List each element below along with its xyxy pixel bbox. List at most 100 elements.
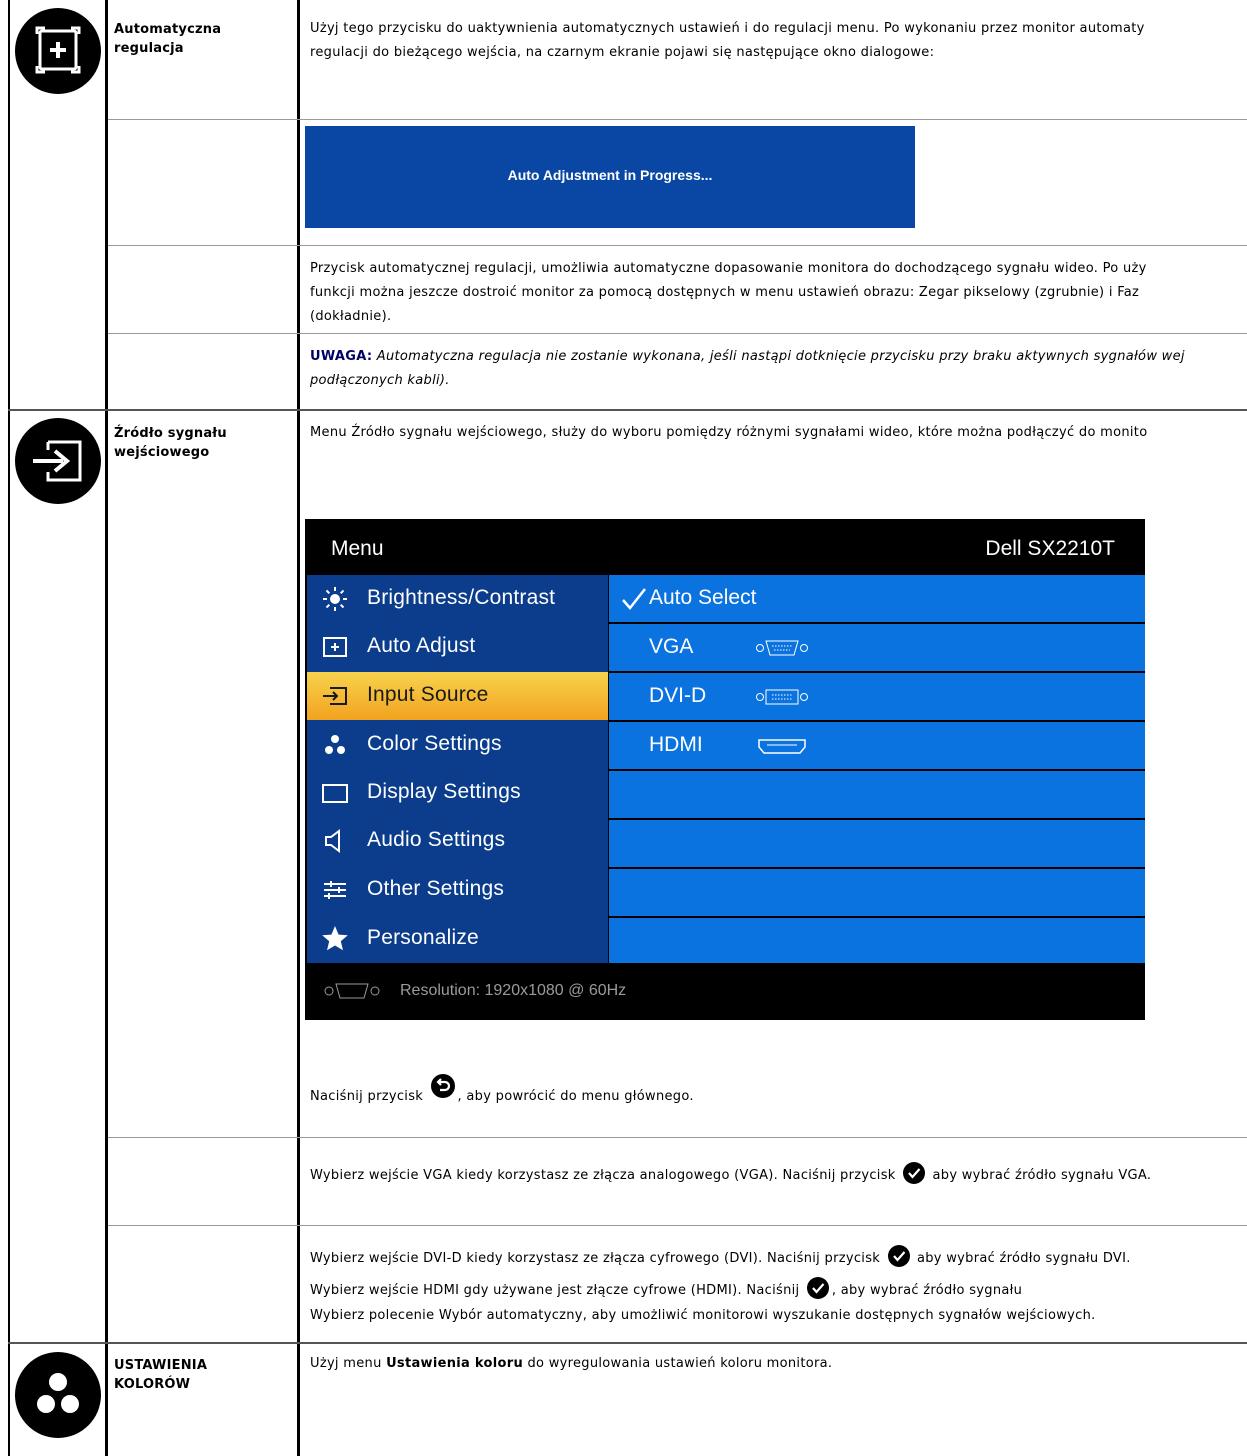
osd-menu-screenshot: Menu Dell SX2210T Brightness/Contrast Au…	[305, 519, 1145, 1020]
hdmi-connector-icon	[758, 739, 806, 754]
vga-text: Wybierz wejście VGA kiedy korzystasz ze …	[310, 1168, 901, 1183]
row-label-auto-adjust: Automatyczna regulacja	[114, 22, 222, 56]
settings-table: Automatyczna regulacja Użyj tego przycis…	[0, 0, 1247, 1456]
osd-option-label: VGA	[649, 635, 694, 658]
color-dots-icon	[325, 735, 345, 754]
back-button-icon	[430, 1074, 455, 1098]
auto-adjust-description-line1: Użyj tego przycisku do uaktywnienia auto…	[310, 21, 1145, 36]
note-label: UWAGA:	[310, 349, 373, 364]
osd-submenu: Auto Select VGA DVI-D HDMI	[609, 575, 1145, 963]
osd-menu-label: Color Settings	[367, 732, 502, 755]
osd-menu-label: Other Settings	[367, 877, 505, 900]
back-instruction: Naciśnij przycisk , aby powrócić do menu…	[310, 1074, 1247, 1110]
color-settings-icon	[15, 1352, 101, 1438]
input-source-icon	[323, 687, 347, 705]
brightness-icon	[323, 587, 347, 611]
auto-adjust-dialog: Auto Adjustment in Progress...	[305, 126, 915, 228]
auto-adjust-description-line2: regulacji do bieżącego wejścia, na czarn…	[310, 45, 935, 60]
osd-menu-label: Input Source	[367, 683, 489, 706]
auto-adjust-info-line1: Przycisk automatycznej regulacji, umożli…	[310, 261, 1147, 276]
row-label-line: KOLORÓW	[114, 1377, 191, 1392]
auto-adjust-note-line1: UWAGA: Automatyczna regulacja nie zostan…	[310, 345, 1247, 369]
row-label-line: wejściowego	[114, 445, 210, 460]
hdmi-text: , aby wybrać źródło sygnału	[831, 1283, 1023, 1298]
osd-menu-item-color-settings[interactable]: Color Settings	[307, 721, 608, 769]
osd-option-dvi-d[interactable]: DVI-D	[609, 673, 1145, 720]
osd-menu-item-personalize[interactable]: Personalize	[307, 915, 608, 963]
osd-option-auto-select[interactable]: Auto Select	[609, 575, 1145, 622]
osd-menu-item-display-settings[interactable]: Display Settings	[307, 769, 608, 817]
check-button-icon	[806, 1277, 829, 1299]
dialog-text: Auto Adjustment in Progress...	[507, 167, 713, 183]
osd-menu-label: Audio Settings	[367, 828, 506, 851]
back-text: Naciśnij przycisk	[310, 1089, 428, 1104]
section-divider	[8, 409, 1247, 411]
row-label-line: USTAWIENIA	[114, 1358, 208, 1373]
section-divider	[8, 1342, 1247, 1344]
back-text: , aby powrócić do menu głównego.	[457, 1089, 694, 1104]
color-desc-text: Użyj menu	[310, 1356, 387, 1371]
osd-footer: Resolution: 1920x1080 @ 60Hz	[305, 963, 1145, 1020]
star-icon	[322, 926, 348, 951]
osd-option-empty	[609, 869, 1145, 916]
vga-connector-icon	[756, 640, 808, 656]
color-desc-bold: Ustawienia koloru	[386, 1356, 524, 1371]
table-border-left	[8, 0, 10, 1456]
hdmi-instruction: Wybierz wejście HDMI gdy używane jest zł…	[310, 1277, 1247, 1303]
vga-text: aby wybrać źródło sygnału VGA.	[928, 1168, 1152, 1183]
osd-menu-label: Auto Adjust	[367, 634, 476, 657]
speaker-icon	[325, 829, 340, 853]
vga-connector-icon	[324, 983, 380, 999]
osd-menu-label: Brightness/Contrast	[367, 586, 556, 609]
row-label-line: Źródło sygnału	[114, 426, 227, 441]
osd-model: Dell SX2210T	[985, 537, 1115, 560]
dvi-text: Wybierz wejście DVI-D kiedy korzystasz z…	[310, 1251, 885, 1266]
check-button-icon	[903, 1162, 926, 1184]
dvi-text: aby wybrać źródło sygnału DVI.	[912, 1251, 1131, 1266]
osd-menu-item-audio-settings[interactable]: Audio Settings	[307, 817, 608, 865]
note-text: Automatyczna regulacja nie zostanie wyko…	[372, 349, 1185, 364]
osd-menu-item-other-settings[interactable]: Other Settings	[307, 866, 608, 914]
osd-menu-item-input-source[interactable]: Input Source	[307, 672, 608, 720]
auto-adjust-info-line2: funkcji można jeszcze dostroić monitor z…	[310, 285, 1140, 300]
row-label-input-source: Źródło sygnału wejściowego	[114, 424, 227, 462]
osd-option-empty	[609, 918, 1145, 963]
auto-adjust-icon	[323, 637, 347, 657]
auto-adjust-info-line3: (dokładnie).	[310, 309, 392, 324]
osd-option-empty	[609, 820, 1145, 867]
osd-option-label: DVI-D	[649, 684, 707, 707]
dvi-instruction: Wybierz wejście DVI-D kiedy korzystasz z…	[310, 1245, 1247, 1271]
sliders-icon	[324, 881, 346, 899]
auto-select-instruction: Wybierz polecenie Wybór automatyczny, ab…	[310, 1308, 1096, 1323]
osd-menu-item-brightness[interactable]: Brightness/Contrast	[307, 575, 608, 623]
row-label-color-settings: USTAWIENIA KOLORÓW	[114, 1356, 207, 1394]
row-divider	[108, 245, 1247, 246]
osd-option-empty	[609, 771, 1145, 818]
input-source-icon	[15, 418, 101, 504]
osd-menu-label: Display Settings	[367, 780, 521, 803]
auto-adjust-icon	[15, 8, 101, 94]
osd-option-label: Auto Select	[649, 586, 757, 609]
dvi-connector-icon	[756, 689, 808, 705]
osd-main-menu: Brightness/Contrast Auto Adjust Input So…	[307, 575, 608, 963]
vga-instruction: Wybierz wejście VGA kiedy korzystasz ze …	[310, 1162, 1247, 1188]
row-divider	[108, 1137, 1247, 1138]
osd-title: Menu	[331, 537, 384, 560]
osd-option-hdmi[interactable]: HDMI	[609, 722, 1145, 769]
osd-menu-item-auto-adjust[interactable]: Auto Adjust	[307, 623, 608, 671]
color-desc-text: do wyregulowania ustawień koloru monitor…	[523, 1356, 833, 1371]
row-divider	[108, 119, 1247, 120]
osd-menu-label: Personalize	[367, 926, 479, 949]
hdmi-text: Wybierz wejście HDMI gdy używane jest zł…	[310, 1283, 804, 1298]
column-divider-label	[297, 0, 300, 1456]
column-divider-icon	[105, 0, 108, 1456]
display-icon	[322, 784, 348, 803]
auto-adjust-note-line2: podłączonych kabli).	[310, 373, 450, 388]
osd-option-label: HDMI	[649, 733, 703, 756]
row-divider	[108, 1225, 1247, 1226]
osd-resolution: Resolution: 1920x1080 @ 60Hz	[400, 982, 627, 999]
color-settings-description: Użyj menu Ustawienia koloru do wyregulow…	[310, 1352, 1247, 1376]
input-source-description: Menu Źródło sygnału wejściowego, służy d…	[310, 425, 1148, 440]
row-divider	[108, 333, 1247, 334]
osd-option-vga[interactable]: VGA	[609, 624, 1145, 671]
